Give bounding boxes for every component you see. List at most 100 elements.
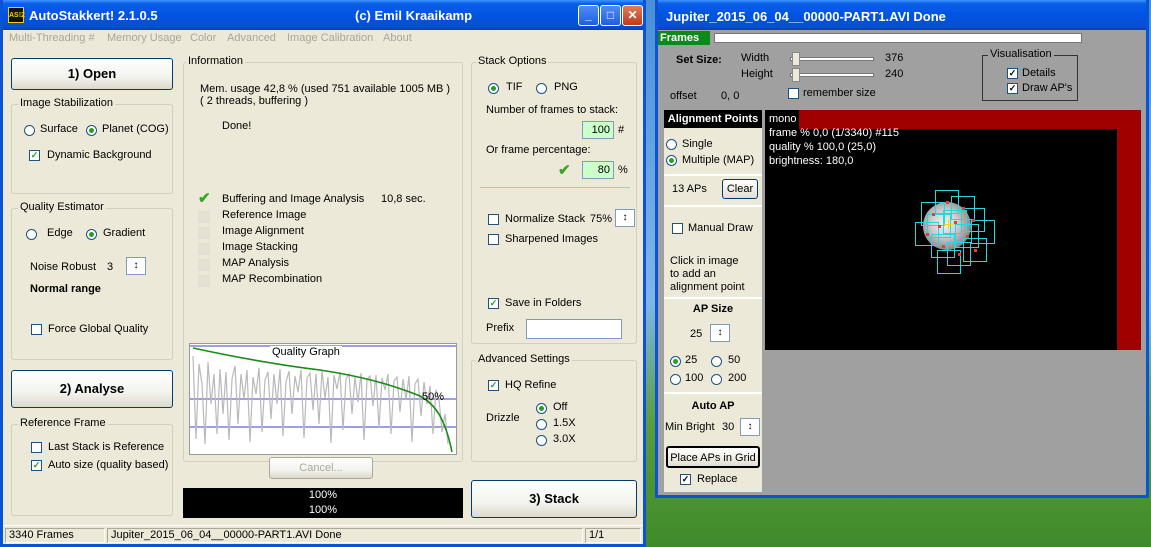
details-checkbox[interactable]: ✓ [1007,68,1018,79]
separator [664,205,762,207]
ap-size-spinner[interactable]: ↕ [710,324,730,342]
step-marker [198,243,210,255]
remember-size-label: remember size [803,87,876,99]
menu-advanced[interactable]: Advanced [227,32,276,44]
close-button[interactable]: ✕ [622,5,643,26]
drizzle-label: Drizzle [486,412,520,424]
stack-button[interactable]: 3) Stack [471,480,637,518]
surface-label: Surface [40,123,78,135]
planet-radio[interactable] [86,125,97,136]
place-aps-in-grid-button[interactable]: Place APs in Grid [666,446,760,468]
manual-draw-label: Manual Draw [688,222,753,234]
preview-image[interactable]: mono frame % 0,0 (1/3340) #115 quality %… [765,110,1141,350]
hint-line-1: Click in image [670,255,739,267]
replace-label: Replace [697,473,738,485]
manual-draw-checkbox[interactable] [672,223,683,234]
hq-refine-checkbox[interactable]: ✓ [488,380,499,391]
frames-slider[interactable] [714,33,1082,43]
drizzle-off-label: Off [553,401,568,413]
last-stack-checkbox[interactable] [31,442,42,453]
png-label: PNG [554,81,578,93]
prefix-input[interactable] [526,319,622,339]
menu-about[interactable]: About [383,32,412,44]
height-slider-thumb[interactable] [792,68,800,82]
open-button[interactable]: 1) Open [11,58,173,90]
draw-aps-label: Draw AP's [1022,82,1073,94]
frame-percentage-input[interactable]: 80 [582,161,614,179]
edge-radio[interactable] [26,229,37,240]
status-frames: 3340 Frames [5,528,105,543]
normalize-stack-checkbox[interactable] [488,214,499,225]
cancel-button[interactable]: Cancel... [269,457,373,479]
quality-estimator-title: Quality Estimator [18,201,106,213]
clear-button[interactable]: Clear [722,179,758,199]
png-radio[interactable] [536,83,547,94]
done-text: Done! [222,120,252,132]
ap-size-200-label: 200 [728,372,747,384]
frame-percentage-label: Or frame percentage: [486,144,591,156]
preview-frame-info: frame % 0,0 (1/3340) #115 [769,127,900,139]
frames-to-stack-input[interactable]: 100 [582,121,614,139]
preview-title-bar[interactable]: Jupiter_2015_06_04__00000-PART1.AVI Done [658,0,1146,30]
ap-size-50-radio[interactable] [711,356,722,367]
alignment-point-marker [972,219,975,222]
single-radio[interactable] [666,139,677,150]
min-bright-spinner[interactable]: ↕ [740,418,760,436]
dynamic-background-checkbox[interactable]: ✓ [29,150,40,161]
last-stack-label: Last Stack is Reference [48,441,165,453]
planet-center-crosshair [948,220,949,229]
menu-bar: Multi-Threading # Memory Usage Color Adv… [3,30,643,48]
noise-robust-spinner[interactable]: ↕ [126,257,146,275]
ap-size-100-radio[interactable] [670,374,681,385]
alignment-point-marker [958,253,961,256]
width-slider-track[interactable] [790,57,874,61]
auto-size-label: Auto size (quality based) [48,459,169,471]
width-slider-thumb[interactable] [792,52,800,66]
menu-color[interactable]: Color [190,32,216,44]
width-label: Width [741,52,770,64]
normalize-stack-label: Normalize Stack [505,213,586,225]
min-bright-label: Min Bright [665,421,715,433]
tif-label: TIF [506,81,523,93]
information-title: Information [186,55,246,67]
tif-radio[interactable] [488,83,499,94]
menu-multithreading[interactable]: Multi-Threading # [9,32,95,44]
step-reference-image: Reference Image [222,209,307,221]
replace-checkbox[interactable]: ✓ [680,474,691,485]
app-icon: AS!2 [8,7,25,23]
ap-size-200-radio[interactable] [711,374,722,385]
status-bar: 3340 Frames Jupiter_2015_06_04__00000-PA… [3,525,643,544]
auto-size-checkbox[interactable]: ✓ [31,460,42,471]
surface-radio[interactable] [24,125,35,136]
gradient-radio[interactable] [86,229,97,240]
maximize-button[interactable]: □ [600,5,621,26]
ap-size-25-radio[interactable] [670,356,681,367]
remember-size-checkbox[interactable] [788,88,799,99]
height-slider-track[interactable] [790,73,874,77]
window-author: (c) Emil Kraaikamp [355,8,473,23]
hint-line-3: alignment point [670,281,745,293]
drizzle-3x-radio[interactable] [536,435,547,446]
menu-image-calibration[interactable]: Image Calibration [287,32,373,44]
force-global-checkbox[interactable] [31,324,42,335]
save-in-folders-checkbox[interactable]: ✓ [488,298,499,309]
sharpened-images-checkbox[interactable] [488,234,499,245]
drizzle-1.5x-radio[interactable] [536,419,547,430]
preview-body: Frames Set Size: Width 376 Height 240 of… [658,30,1146,495]
normalize-stack-value: 75% [590,213,613,225]
alignment-point-marker [932,213,935,216]
sharpened-images-label: Sharpened Images [505,233,598,245]
main-title-bar[interactable]: AS!2 AutoStakkert! 2.1.0.5 (c) Emil Kraa… [3,0,643,30]
draw-aps-checkbox[interactable]: ✓ [1007,83,1018,94]
drizzle-3x-label: 3.0X [553,433,576,445]
ap-size-100-label: 100 [685,372,704,384]
normalize-spinner[interactable]: ↕ [615,209,635,227]
step-marker [198,211,210,223]
drizzle-off-radio[interactable] [536,403,547,414]
step-marker [198,275,210,287]
analyse-button[interactable]: 2) Analyse [11,370,173,408]
prefix-label: Prefix [486,322,515,334]
menu-memory-usage[interactable]: Memory Usage [107,32,182,44]
minimize-button[interactable]: _ [578,5,599,26]
multiple-map-radio[interactable] [666,155,677,166]
